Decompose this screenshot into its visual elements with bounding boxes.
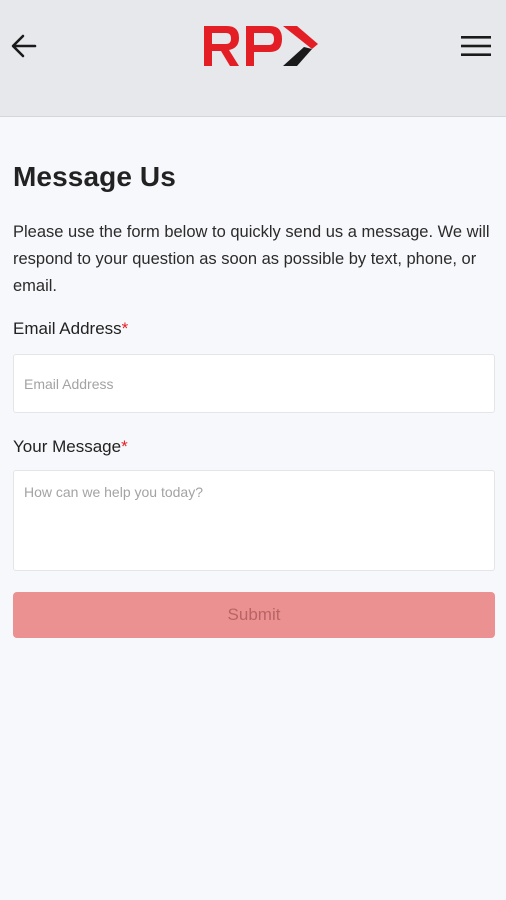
logo-icon <box>204 26 318 66</box>
back-button[interactable] <box>4 26 44 66</box>
email-field[interactable] <box>13 354 495 413</box>
page-title: Message Us <box>13 161 176 192</box>
intro-text: Please use the form below to quickly sen… <box>13 223 490 295</box>
app-header: RP <box>0 0 506 117</box>
email-label-text: Email Address <box>13 319 122 338</box>
message-required-mark: * <box>121 437 128 456</box>
submit-button[interactable]: Submit <box>13 592 495 638</box>
email-required-mark: * <box>121 319 129 338</box>
rp-logo[interactable]: RP <box>201 22 319 68</box>
message-field[interactable] <box>13 470 495 571</box>
email-label: Email Address* <box>13 319 128 339</box>
hamburger-menu-icon <box>461 36 491 56</box>
message-label: Your Message* <box>13 437 128 457</box>
arrow-left-icon <box>11 34 37 58</box>
menu-button[interactable] <box>456 26 496 66</box>
message-label-text: Your Message <box>13 437 122 456</box>
